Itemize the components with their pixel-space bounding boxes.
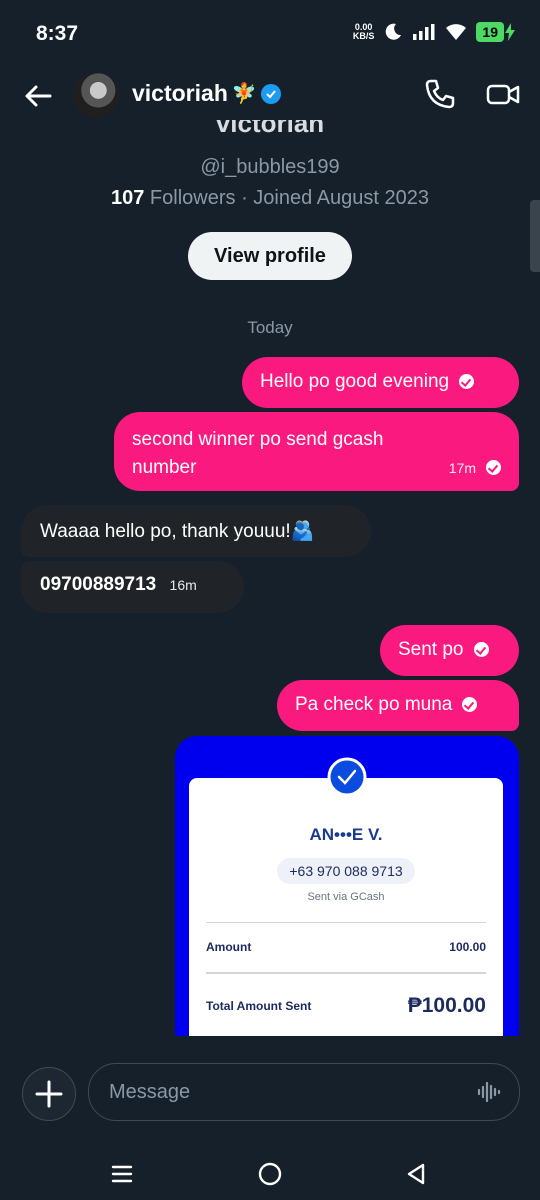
- outgoing-message[interactable]: Sent po: [380, 625, 519, 676]
- outgoing-message[interactable]: Pa check po muna: [277, 680, 519, 731]
- back-nav-icon[interactable]: [404, 1162, 428, 1186]
- message-placeholder: Message: [109, 1081, 191, 1103]
- home-icon[interactable]: [257, 1161, 283, 1187]
- success-check-icon: [327, 757, 367, 797]
- wifi-icon: [446, 24, 467, 40]
- sent-via-text: Sent via GCash: [307, 891, 385, 903]
- date-separator: Today: [247, 318, 293, 337]
- signal-icon: [413, 24, 435, 40]
- message-time: 17m: [448, 460, 476, 476]
- system-navigation-bar: [0, 1150, 540, 1200]
- verified-badge-icon: [260, 83, 281, 104]
- status-bar: 8:37 0.00 KB/S 19: [0, 0, 540, 70]
- read-check-icon: [473, 642, 489, 658]
- profile-handle: @i_bubbles199: [200, 156, 340, 178]
- outgoing-message[interactable]: second winner po send gcash number 17m: [114, 412, 519, 491]
- net-speed: 0.00 KB/S: [352, 22, 375, 41]
- recipient-name: AN•••E V.: [309, 825, 383, 844]
- fairy-emoji: 🧚: [231, 83, 257, 105]
- incoming-message[interactable]: 09700889713 16m: [21, 561, 244, 613]
- followers-joined-text: Followers · Joined August 2023: [144, 187, 429, 209]
- voice-message-icon[interactable]: [477, 1080, 501, 1104]
- total-row: Total Amount Sent ₱100.00: [206, 994, 486, 1017]
- incoming-message[interactable]: Waaaa hello po, thank youuu!🫂: [21, 505, 371, 557]
- outgoing-message[interactable]: Hello po good evening: [242, 357, 519, 408]
- status-time: 8:37: [36, 22, 79, 45]
- view-profile-button[interactable]: View profile: [188, 232, 352, 280]
- avatar[interactable]: [73, 72, 119, 118]
- message-input[interactable]: Message: [88, 1063, 520, 1121]
- followers-count: 107: [111, 187, 145, 209]
- plus-icon: [35, 1080, 63, 1108]
- read-check-icon: [459, 374, 475, 390]
- amount-row: Amount 100.00: [206, 940, 486, 954]
- charging-icon: [505, 23, 515, 41]
- moon-icon: [386, 23, 402, 40]
- video-call-icon[interactable]: [486, 78, 520, 110]
- read-check-icon: [486, 460, 501, 476]
- battery-indicator: 19: [476, 22, 516, 42]
- divider: [206, 922, 486, 923]
- back-arrow-icon[interactable]: [22, 80, 54, 112]
- read-check-icon: [462, 697, 478, 713]
- profile-name-partial: victoriah: [215, 120, 325, 138]
- add-attachment-button[interactable]: [22, 1067, 76, 1121]
- status-icons: 0.00 KB/S 19: [353, 22, 516, 42]
- message-time: 16m: [169, 577, 197, 593]
- receipt-card: AN•••E V. +63 970 088 9713 Sent via GCas…: [189, 778, 503, 1036]
- divider: [206, 972, 486, 974]
- recent-apps-icon[interactable]: [110, 1162, 134, 1186]
- header-name[interactable]: victoriah 🧚: [132, 80, 281, 107]
- phone-call-icon[interactable]: [424, 78, 456, 110]
- side-scroll-handle[interactable]: [530, 200, 540, 272]
- profile-meta: 107 Followers · Joined August 2023: [0, 187, 540, 210]
- recipient-number: +63 970 088 9713: [277, 858, 415, 884]
